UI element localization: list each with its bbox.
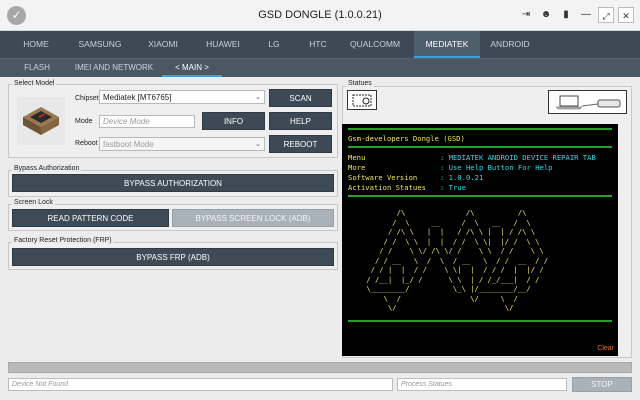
terminal-key: Software Version — [348, 173, 418, 182]
subtab-flash[interactable]: FLASH — [8, 59, 66, 77]
tab-qualcomm[interactable]: QUALCOMM — [336, 31, 414, 58]
ascii-art-line: / / | | / / \ \| | / / / | |/ / — [362, 265, 544, 274]
scan-button[interactable]: SCAN — [269, 89, 332, 107]
chevron-down-icon: ⌄ — [255, 141, 261, 148]
terminal-key: Activation Statues — [348, 183, 426, 192]
tab-huawei[interactable]: HUAWEI — [198, 31, 248, 58]
terminal-value: : True — [440, 183, 466, 192]
tab-mediatek[interactable]: MEDIATEK — [414, 31, 480, 58]
title-bar: ✓ GSD DONGLE (1.0.0.21) ⇥ ☻ ▮ — ⤢ ✕ — [0, 0, 640, 31]
terminal-value: : MEDIATEK ANDROID DEVICE REPAIR TAB — [440, 153, 596, 162]
info-button[interactable]: INFO — [202, 112, 265, 130]
statues-title: Statues — [346, 80, 374, 87]
ascii-art-line: / / __ \ / \ / __ \ / / __ / / — [362, 255, 549, 265]
subtab-main[interactable]: < MAIN > — [162, 59, 222, 77]
bypass-authorization-button[interactable]: BYPASS AUTHORIZATION — [12, 174, 334, 192]
tab-home[interactable]: HOME — [0, 31, 72, 58]
help-button[interactable]: HELP — [269, 112, 332, 130]
clear-link[interactable]: Clear — [597, 345, 614, 352]
bypass-frp-button[interactable]: BYPASS FRP (ADB) — [12, 248, 334, 266]
terminal-divider — [348, 320, 612, 322]
bypass-screen-lock-button[interactable]: BYPASS SCREEN LOCK (ADB) — [172, 209, 334, 227]
window-controls: ⇥ ☻ ▮ — ⤢ ✕ — [518, 7, 634, 23]
terminal-divider — [348, 195, 612, 197]
ascii-art-line: \ / \/ \ / — [362, 293, 518, 303]
device-connection-icon — [548, 90, 627, 114]
bypass-authorization-title: Bypass Authorization — [12, 165, 82, 172]
chevron-down-icon: ⌄ — [255, 94, 261, 101]
ascii-art-line: /\ /\ /\ — [362, 208, 527, 217]
reboot-button[interactable]: REBOOT — [269, 135, 332, 153]
close-icon[interactable]: ✕ — [618, 7, 634, 23]
ascii-art-line: / \ __ / \ __ / \ — [362, 217, 531, 227]
login-icon[interactable]: ⇥ — [518, 7, 534, 23]
terminal-key: More — [348, 163, 366, 172]
process-status-field: Process Statues — [397, 378, 567, 391]
tab-lg[interactable]: LG — [248, 31, 300, 58]
minimize-icon[interactable]: — — [578, 7, 594, 23]
terminal-value: : Use Help Button For Help — [440, 163, 553, 172]
subtab-imei-network[interactable]: IMEI AND NETWORK — [66, 59, 162, 77]
tab-android[interactable]: ANDROID — [480, 31, 540, 58]
chipset-select[interactable]: Mediatek [MT6765] ⌄ — [99, 90, 265, 104]
user-icon[interactable]: ☻ — [538, 7, 554, 23]
chipset-value: Mediatek [MT6765] — [103, 93, 172, 102]
terminal-header: Gsm-developers Dongle (GSD) — [348, 134, 465, 143]
ascii-art-line: \________/ \_\ |/________/__/ — [362, 284, 531, 293]
reboot-select[interactable]: fastboot Mode ⌄ — [99, 137, 265, 151]
mode-label: Mode — [75, 118, 93, 125]
device-status-field: Device Not Found — [8, 378, 393, 391]
status-terminal: Gsm-developers Dongle (GSD) Menu : MEDIA… — [342, 124, 618, 356]
reboot-label: Reboot — [75, 140, 98, 147]
chat-icon[interactable]: ▮ — [558, 7, 574, 23]
terminal-divider — [348, 128, 612, 130]
terminal-key: Menu — [348, 153, 366, 162]
select-model-title: Select Model — [12, 80, 57, 87]
frp-title: Factory Reset Protection (FRP) — [12, 237, 114, 244]
ascii-art-line: / / \ \ | | / / \ \| |/ / \ \ — [362, 236, 540, 246]
progress-bar — [8, 362, 632, 373]
tab-xiaomi[interactable]: XIAOMI — [128, 31, 198, 58]
chipset-icon — [17, 97, 65, 145]
chipset-label: Chipset — [75, 95, 99, 102]
terminal-value: : 1.0.0.21 — [440, 173, 484, 182]
tab-samsung[interactable]: SAMSUNG — [72, 31, 128, 58]
mode-field[interactable]: Device Mode — [99, 115, 195, 128]
tab-htc[interactable]: HTC — [300, 31, 336, 58]
screenshot-icon[interactable] — [347, 90, 377, 110]
read-pattern-code-button[interactable]: READ PATTERN CODE — [12, 209, 169, 227]
maximize-icon[interactable]: ⤢ — [598, 7, 614, 23]
ascii-art-line: / / \ \/ /\ \/ / \ \ / / \ \ — [362, 246, 544, 255]
stop-button[interactable]: STOP — [572, 377, 632, 392]
screen-lock-title: Screen Lock — [12, 199, 55, 206]
sub-nav: FLASH IMEI AND NETWORK < MAIN > — [0, 58, 640, 77]
ascii-art-line: / /\ \ | | / /\ \ | | / /\ \ — [362, 227, 536, 236]
terminal-divider — [348, 146, 612, 148]
ascii-art-line: \/ \/ — [362, 303, 514, 312]
top-nav: HOME SAMSUNG XIAOMI HUAWEI LG HTC QUALCO… — [0, 31, 640, 58]
reboot-value: fastboot Mode — [103, 140, 154, 149]
ascii-art-line: / /__| |_/ / \ \ | / /_/___| / / — [362, 274, 540, 284]
